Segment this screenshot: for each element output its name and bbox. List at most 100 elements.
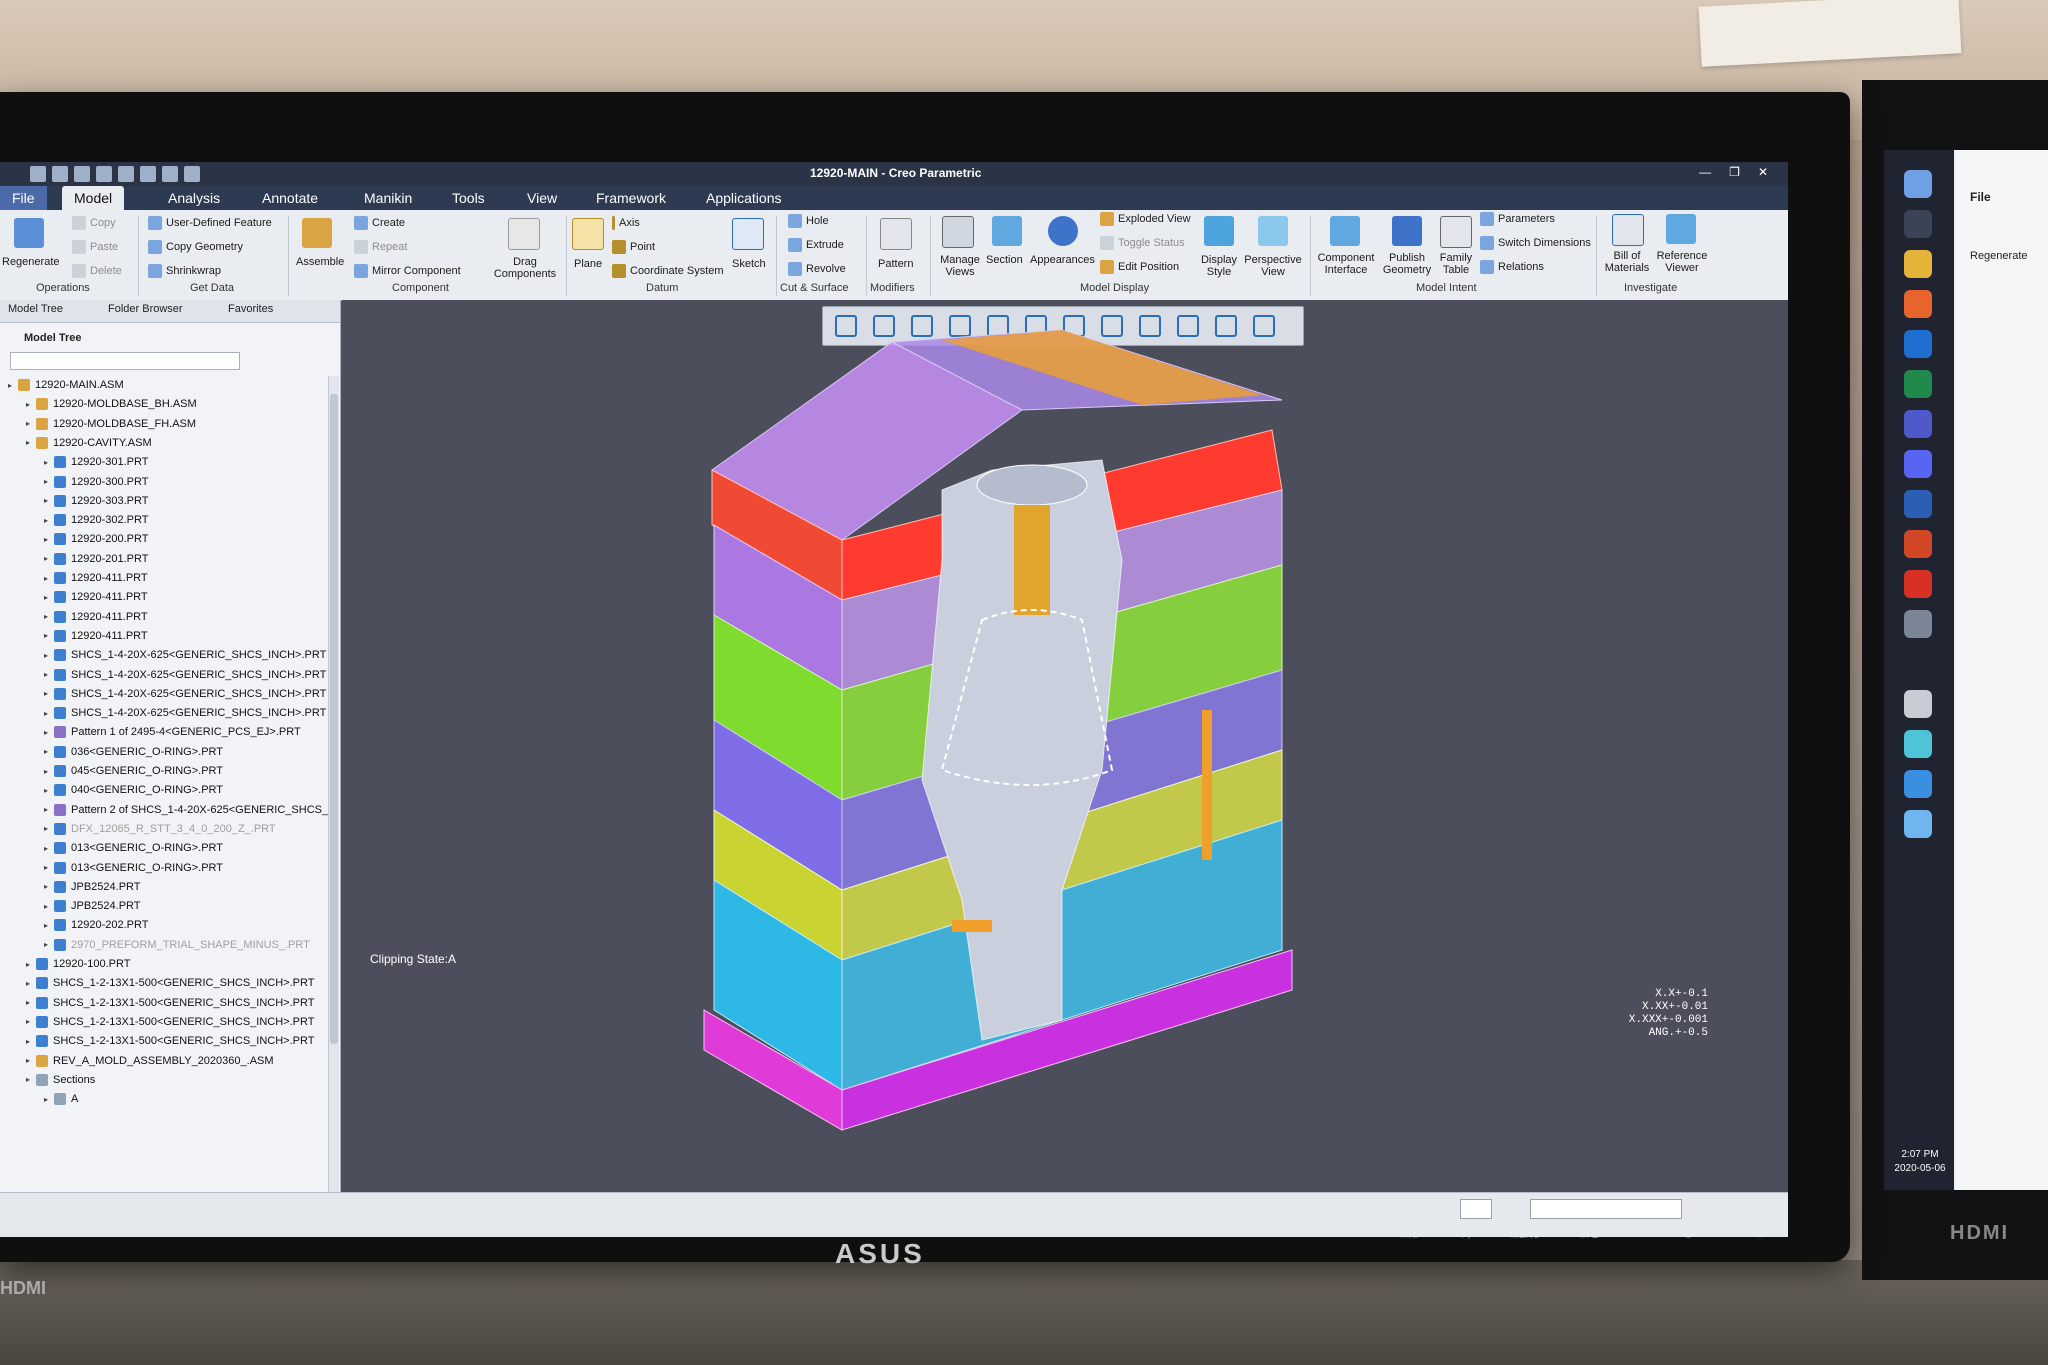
expand-arrow-icon[interactable]: ▸ bbox=[44, 824, 54, 833]
group-operations[interactable]: Operations bbox=[36, 282, 90, 294]
tab-annotate[interactable]: Annotate bbox=[250, 186, 330, 210]
manage-views-icon[interactable] bbox=[942, 216, 974, 248]
restore-icon[interactable]: ❐ bbox=[1729, 165, 1740, 179]
expand-arrow-icon[interactable]: ▸ bbox=[44, 516, 54, 525]
revolve-button[interactable]: Revolve bbox=[788, 262, 846, 276]
expand-arrow-icon[interactable]: ▸ bbox=[44, 940, 54, 949]
selection-filter-dropdown[interactable] bbox=[1530, 1199, 1682, 1219]
save-icon[interactable] bbox=[74, 166, 90, 182]
tree-item[interactable]: ▸ SHCS_1-2-13X1-500<GENERIC_SHCS_INCH>.PR… bbox=[26, 1013, 314, 1031]
tab-manikin[interactable]: Manikin bbox=[352, 186, 424, 210]
expand-arrow-icon[interactable]: ▸ bbox=[26, 1056, 36, 1065]
expand-arrow-icon[interactable]: ▸ bbox=[26, 1075, 36, 1084]
close-window-icon[interactable] bbox=[184, 166, 200, 182]
tree-item[interactable]: ▸ SHCS_1-4-20X-625<GENERIC_SHCS_INCH>.PRT bbox=[44, 646, 326, 664]
tree-item[interactable]: ▸ Pattern 1 of 2495-4<GENERIC_PCS_EJ>.PRT bbox=[44, 723, 301, 741]
tab-favorites[interactable]: Favorites bbox=[228, 303, 273, 315]
expand-arrow-icon[interactable]: ▸ bbox=[44, 535, 54, 544]
tree-item[interactable]: ▸ 013<GENERIC_O-RING>.PRT bbox=[44, 859, 223, 877]
expand-arrow-icon[interactable]: ▸ bbox=[26, 960, 36, 969]
tree-item[interactable]: ▸ 12920-302.PRT bbox=[44, 511, 148, 529]
exploded-view-button[interactable]: Exploded View bbox=[1100, 212, 1191, 226]
tree-item[interactable]: ▸ 12920-CAVITY.ASM bbox=[26, 434, 152, 452]
tree-item[interactable]: ▸ 2970_PREFORM_TRIAL_SHAPE_MINUS_.PRT bbox=[44, 936, 310, 954]
expand-arrow-icon[interactable]: ▸ bbox=[26, 438, 36, 447]
family-table-icon[interactable] bbox=[1440, 216, 1472, 248]
right-file-tab[interactable]: File bbox=[1970, 190, 1991, 204]
bill-of-materials-button[interactable]: Bill of Materials bbox=[1602, 250, 1652, 274]
expand-arrow-icon[interactable]: ▸ bbox=[26, 979, 36, 988]
group-get-data[interactable]: Get Data bbox=[190, 282, 234, 294]
tree-item[interactable]: ▸ 036<GENERIC_O-RING>.PRT bbox=[44, 743, 223, 761]
parameters-button[interactable]: Parameters bbox=[1480, 212, 1555, 226]
perspective-view-button[interactable]: Perspective View bbox=[1242, 254, 1304, 278]
drag-hand-icon[interactable] bbox=[508, 218, 540, 250]
tab-model-tree[interactable]: Model Tree bbox=[8, 303, 63, 315]
expand-arrow-icon[interactable]: ▸ bbox=[44, 554, 54, 563]
tree-item[interactable]: ▸ SHCS_1-2-13X1-500<GENERIC_SHCS_INCH>.PR… bbox=[26, 994, 314, 1012]
group-model-display[interactable]: Model Display bbox=[1080, 282, 1149, 294]
tree-item[interactable]: ▸ 12920-MOLDBASE_FH.ASM bbox=[26, 415, 196, 433]
tree-item[interactable]: ▸ 013<GENERIC_O-RING>.PRT bbox=[44, 839, 223, 857]
appearances-icon[interactable] bbox=[1048, 216, 1078, 246]
tab-folder-browser[interactable]: Folder Browser bbox=[108, 303, 183, 315]
extrude-button[interactable]: Extrude bbox=[788, 238, 844, 252]
outlook-icon[interactable] bbox=[1904, 330, 1932, 358]
appearances-button[interactable]: Appearances bbox=[1030, 254, 1095, 266]
mirror-component-button[interactable]: Mirror Component bbox=[354, 264, 461, 278]
tree-item[interactable]: ▸ Pattern 2 of SHCS_1-4-20X-625<GENERIC_S… bbox=[44, 801, 331, 819]
point-button[interactable]: Point bbox=[612, 240, 655, 254]
expand-arrow-icon[interactable]: ▸ bbox=[44, 631, 54, 640]
coordinate-system-button[interactable]: Coordinate System bbox=[612, 264, 724, 278]
expand-arrow-icon[interactable]: ▸ bbox=[44, 728, 54, 737]
right-regenerate-button[interactable]: Regenerate bbox=[1970, 250, 2028, 262]
display-style-button[interactable]: Display Style bbox=[1198, 254, 1240, 278]
plane-button[interactable]: Plane bbox=[574, 258, 602, 270]
sketch-button[interactable]: Sketch bbox=[732, 258, 766, 270]
manage-views-button[interactable]: Manage Views bbox=[938, 254, 982, 278]
tree-item[interactable]: ▸ 12920-301.PRT bbox=[44, 453, 148, 471]
expand-arrow-icon[interactable]: ▸ bbox=[44, 709, 54, 718]
minimize-icon[interactable]: — bbox=[1699, 165, 1711, 179]
tab-model[interactable]: Model bbox=[62, 186, 125, 210]
tree-item[interactable]: ▸ DFX_12065_R_STT_3_4_0_200_Z_.PRT bbox=[44, 820, 276, 838]
tree-item[interactable]: ▸ SHCS_1-4-20X-625<GENERIC_SHCS_INCH>.PRT bbox=[44, 666, 326, 684]
tree-item[interactable]: ▸ 12920-411.PRT bbox=[44, 569, 148, 587]
section-button[interactable]: Section bbox=[986, 254, 1023, 266]
expand-arrow-icon[interactable]: ▸ bbox=[44, 767, 54, 776]
delete-button[interactable]: Delete bbox=[72, 264, 122, 278]
regenerate-icon[interactable] bbox=[140, 166, 156, 182]
group-investigate[interactable]: Investigate bbox=[1624, 282, 1677, 294]
window-icon[interactable] bbox=[1904, 770, 1932, 798]
relations-button[interactable]: Relations bbox=[1480, 260, 1544, 274]
assemble-button[interactable]: Assemble bbox=[296, 256, 344, 268]
group-modifiers[interactable]: Modifiers bbox=[870, 282, 915, 294]
file-explorer-icon[interactable] bbox=[1904, 250, 1932, 278]
expand-arrow-icon[interactable]: ▸ bbox=[44, 651, 54, 660]
expand-arrow-icon[interactable]: ▸ bbox=[44, 1095, 54, 1104]
firefox-icon[interactable] bbox=[1904, 290, 1932, 318]
tree-item[interactable]: ▸ JPB2524.PRT bbox=[44, 897, 141, 915]
component-interface-icon[interactable] bbox=[1330, 216, 1360, 246]
create-button[interactable]: Create bbox=[354, 216, 405, 230]
tree-item[interactable]: ▸ 12920-300.PRT bbox=[44, 473, 148, 491]
expand-arrow-icon[interactable]: ▸ bbox=[44, 496, 54, 505]
new-icon[interactable] bbox=[30, 166, 46, 182]
tree-item[interactable]: ▸ 12920-100.PRT bbox=[26, 955, 130, 973]
expand-arrow-icon[interactable]: ▸ bbox=[44, 612, 54, 621]
search-icon[interactable] bbox=[1904, 210, 1932, 238]
expand-arrow-icon[interactable]: ▸ bbox=[44, 921, 54, 930]
expand-arrow-icon[interactable]: ▸ bbox=[44, 882, 54, 891]
regenerate-button[interactable]: Regenerate bbox=[2, 256, 60, 268]
expand-arrow-icon[interactable]: ▸ bbox=[8, 381, 18, 390]
repeat-button[interactable]: Repeat bbox=[354, 240, 407, 254]
toggle-status-button[interactable]: Toggle Status bbox=[1100, 236, 1185, 250]
edit-position-button[interactable]: Edit Position bbox=[1100, 260, 1179, 274]
tab-analysis[interactable]: Analysis bbox=[156, 186, 232, 210]
graphics-viewport[interactable]: Clipping State:A X.X+-0.1 X.XX+-0.01 X.X… bbox=[342, 300, 1788, 1190]
expand-arrow-icon[interactable]: ▸ bbox=[44, 670, 54, 679]
expand-arrow-icon[interactable]: ▸ bbox=[26, 419, 36, 428]
tree-item[interactable]: ▸ 12920-411.PRT bbox=[44, 608, 148, 626]
powerpoint-icon[interactable] bbox=[1904, 530, 1932, 558]
taskbar-clock[interactable]: 2:07 PM 2020-05-06 bbox=[1890, 1148, 1950, 1176]
